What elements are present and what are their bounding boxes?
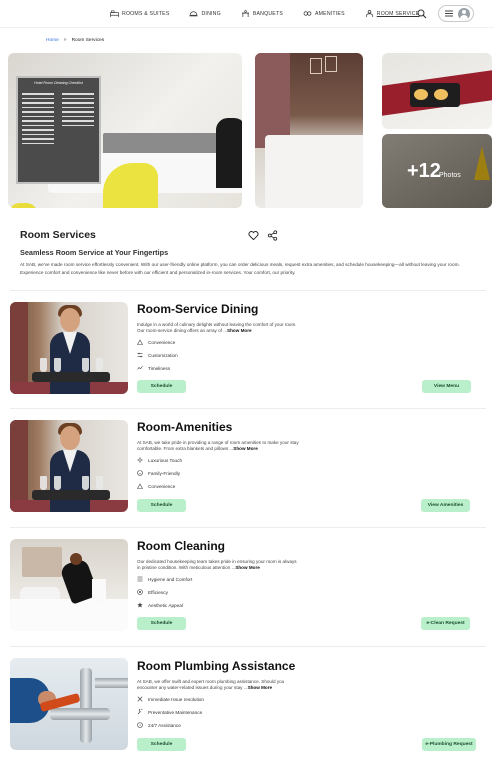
checklist-column xyxy=(22,90,58,150)
page-title: Room Services xyxy=(20,229,96,241)
feature-item: Customization xyxy=(137,352,178,358)
breadcrumb: Home » Room Services xyxy=(46,37,104,43)
service-image-dining xyxy=(10,302,128,394)
plate xyxy=(414,89,428,100)
photo-count: +12 xyxy=(407,160,441,182)
gallery-more-photos[interactable]: +12 Photos xyxy=(382,134,492,208)
breadcrumb-current: Room Services xyxy=(71,37,105,43)
nav-banquets[interactable]: BANQUETS xyxy=(241,10,283,17)
nav-rooms-suites[interactable]: ROOMS & SUITES xyxy=(110,10,169,17)
gallery-tray-image[interactable] xyxy=(382,53,492,129)
service-image-amenities xyxy=(10,420,128,512)
feature-item: 24/7 Assistance xyxy=(137,722,181,728)
nav-label: ROOM SERVICE xyxy=(376,10,420,17)
timeliness-icon xyxy=(137,365,143,370)
housekeeper xyxy=(216,118,242,188)
feature-item: Hygiene and Comfort xyxy=(137,576,192,582)
nav-amenities[interactable]: AMENITIES xyxy=(303,10,345,17)
convenience-icon xyxy=(137,339,143,345)
checklist-column xyxy=(62,90,98,150)
show-more-link[interactable]: Show More xyxy=(235,565,260,570)
share-icon[interactable] xyxy=(267,230,278,241)
nav-dining[interactable]: DINING xyxy=(189,10,221,17)
page-subtitle: Seamless Room Service at Your Fingertips xyxy=(20,248,169,257)
bed-icon xyxy=(110,10,119,17)
tools-icon xyxy=(137,696,143,702)
star-icon xyxy=(137,602,143,608)
divider xyxy=(10,646,486,647)
feature-item: Efficiency xyxy=(137,589,168,595)
service-title: Room-Amenities xyxy=(137,420,233,434)
smile-icon xyxy=(137,470,143,476)
nav-room-service[interactable]: ROOM SERVICE xyxy=(365,10,420,17)
divider xyxy=(10,290,486,291)
nav-label: ROOMS & SUITES xyxy=(122,10,170,17)
clock-icon xyxy=(137,722,143,728)
feature-item: Convenience xyxy=(137,339,175,345)
amenities-icon xyxy=(303,11,312,16)
service-image-cleaning xyxy=(10,539,128,631)
feature-item: Timeliness xyxy=(137,365,170,371)
service-title: Room Cleaning xyxy=(137,539,226,553)
feature-item: Luxurious Touch xyxy=(137,457,182,463)
wrench-icon xyxy=(137,709,143,715)
bellhop-icon xyxy=(365,10,373,17)
sparkle-icon xyxy=(137,457,143,463)
service-title: Room Plumbing Assistance xyxy=(137,659,296,673)
bed xyxy=(265,135,363,208)
wall-frame xyxy=(310,58,322,74)
service-description: Our dedicated housekeeping team takes pr… xyxy=(137,559,297,571)
list-icon xyxy=(137,576,143,582)
show-more-link[interactable]: Show More xyxy=(227,328,252,333)
photo-label: Photos xyxy=(439,172,461,179)
feature-item: Convenience xyxy=(137,483,175,489)
gallery-room-image[interactable] xyxy=(255,53,363,208)
schedule-button[interactable]: Schedule xyxy=(137,738,186,751)
cleaning-checklist-board: Hotel Room Cleaning Checklist xyxy=(16,76,101,184)
feature-item: Aesthetic Appeal xyxy=(137,602,183,608)
view-amenities-button[interactable]: View Amenities xyxy=(421,499,470,512)
dish-icon xyxy=(190,11,198,17)
target-icon xyxy=(137,589,143,595)
search-icon[interactable] xyxy=(417,9,427,19)
schedule-button[interactable]: Schedule xyxy=(137,380,186,393)
breadcrumb-home[interactable]: Home xyxy=(46,38,59,43)
customization-icon xyxy=(137,352,143,358)
convenience-icon xyxy=(137,483,143,489)
service-description: At SAB, we take pride in providing a ran… xyxy=(137,440,299,452)
e-clean-request-button[interactable]: e-Clean Request xyxy=(421,617,470,630)
service-description: At SAB, we offer swift and expert room p… xyxy=(137,679,285,691)
schedule-button[interactable]: Schedule xyxy=(137,499,186,512)
show-more-link[interactable]: Show More xyxy=(233,446,258,451)
e-plumbing-request-button[interactable]: e-Plumbing Request xyxy=(422,738,476,751)
breadcrumb-separator: » xyxy=(63,37,67,43)
divider xyxy=(10,408,486,409)
banquet-icon xyxy=(241,10,249,17)
avatar xyxy=(458,7,470,20)
feature-item: Preventative Maintenance xyxy=(137,709,202,715)
heart-icon[interactable] xyxy=(248,230,259,241)
intro-text: At SAB, we've made room service effortle… xyxy=(20,262,460,275)
nav-label: DINING xyxy=(201,10,221,17)
feature-item: Immediate Issue resolution xyxy=(137,696,204,702)
yellow-glove xyxy=(8,203,38,208)
service-title: Room-Service Dining xyxy=(137,302,259,316)
hamburger-icon xyxy=(445,10,453,17)
view-menu-button[interactable]: View Menu xyxy=(422,380,471,393)
feature-item: Family-Friendly xyxy=(137,470,180,476)
nav-label: AMENITIES xyxy=(314,10,345,17)
schedule-button[interactable]: Schedule xyxy=(137,617,186,630)
checklist-title: Hotel Room Cleaning Checklist xyxy=(34,81,83,85)
user-menu-button[interactable] xyxy=(438,5,474,22)
service-description: Indulge in a world of culinary delights … xyxy=(137,322,297,334)
service-image-plumbing xyxy=(10,658,128,750)
plate xyxy=(434,89,448,100)
curtain xyxy=(255,53,290,148)
gallery-main-image[interactable]: Hotel Room Cleaning Checklist xyxy=(8,53,242,208)
divider xyxy=(10,527,486,528)
show-more-link[interactable]: Show More xyxy=(248,685,273,690)
nav-label: BANQUETS xyxy=(252,10,283,17)
wall-frame xyxy=(325,56,337,72)
